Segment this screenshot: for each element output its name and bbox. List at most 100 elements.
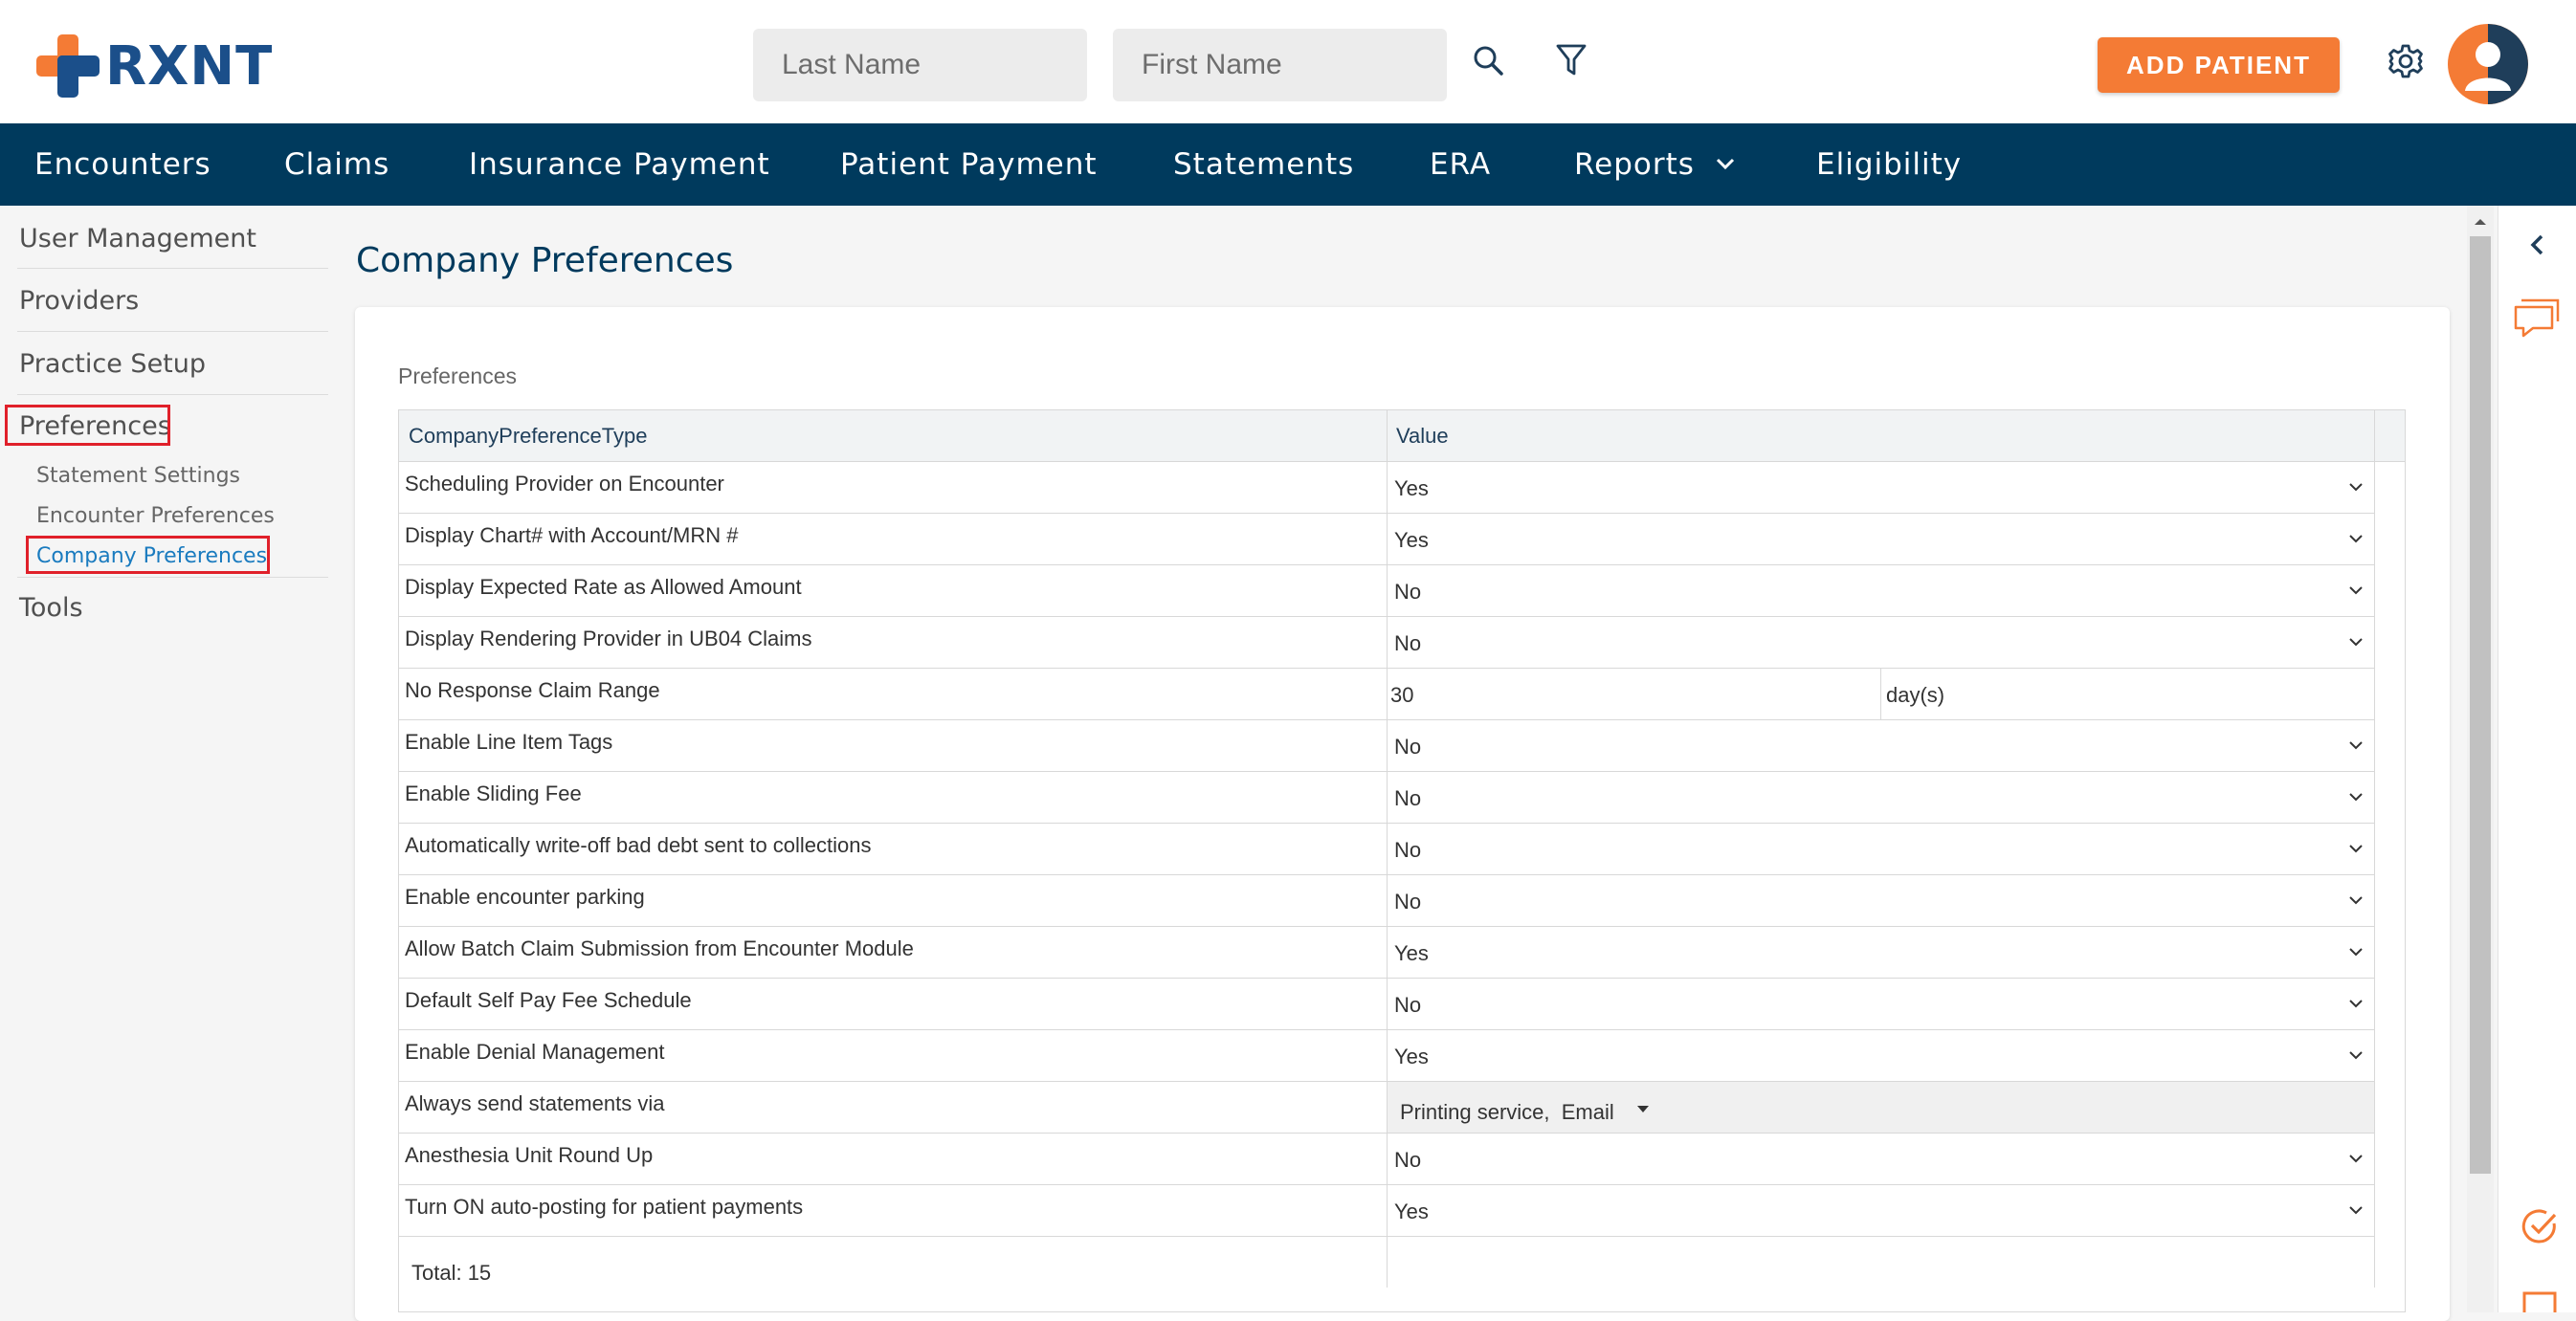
sidebar-item-practice-setup[interactable]: Practice Setup [19, 349, 206, 379]
chevron-down-icon[interactable] [2347, 582, 2365, 604]
settings-gear-icon[interactable] [2387, 42, 2425, 80]
app-header: RXNT ADD PATIENT [0, 0, 2576, 123]
document-icon[interactable] [2521, 1290, 2558, 1317]
table-row: Scheduling Provider on Encounter Yes [399, 462, 2374, 514]
chevron-down-icon[interactable] [2347, 1046, 2365, 1068]
preferences-highlight-box [5, 405, 170, 446]
sidebar-subitem-statement-settings[interactable]: Statement Settings [36, 464, 240, 488]
chevron-down-icon[interactable] [2347, 995, 2365, 1017]
chevron-down-icon[interactable] [2347, 737, 2365, 759]
nav-insurance-payment[interactable]: Insurance Payment [469, 123, 770, 206]
nav-eligibility[interactable]: Eligibility [1816, 123, 1962, 206]
table-row: Always send statements via Printing serv… [399, 1082, 2374, 1134]
table-row: Automatically write-off bad debt sent to… [399, 824, 2374, 875]
preference-value-select[interactable]: No [1394, 580, 1421, 605]
table-row: Display Rendering Provider in UB04 Claim… [399, 617, 2374, 669]
nav-patient-payment[interactable]: Patient Payment [840, 123, 1098, 206]
collapse-chevron-left-icon[interactable] [2525, 232, 2550, 262]
nav-claims[interactable]: Claims [284, 123, 389, 206]
column-separator [2374, 410, 2375, 461]
nav-reports[interactable]: Reports [1574, 123, 1695, 206]
preference-label: Enable encounter parking [405, 885, 645, 909]
preference-value-select[interactable]: No [1394, 1148, 1421, 1173]
preference-value-select[interactable]: No [1394, 838, 1421, 863]
sidebar-item-providers[interactable]: Providers [19, 286, 139, 316]
nav-statements[interactable]: Statements [1173, 123, 1354, 206]
preference-value-select[interactable]: Yes [1394, 476, 1429, 501]
sidebar-item-tools[interactable]: Tools [19, 593, 83, 623]
chevron-down-icon[interactable] [2347, 530, 2365, 552]
table-row: Enable encounter parking No [399, 875, 2374, 927]
last-name-input[interactable] [753, 29, 1087, 101]
chevron-down-icon[interactable] [2347, 633, 2365, 655]
column-header-preference-type[interactable]: CompanyPreferenceType [409, 410, 647, 461]
preference-label: No Response Claim Range [405, 678, 660, 702]
column-header-value[interactable]: Value [1396, 410, 1449, 461]
preference-label: Enable Denial Management [405, 1040, 665, 1064]
preference-value-select[interactable]: Yes [1394, 528, 1429, 553]
preference-value-select[interactable]: No [1394, 890, 1421, 914]
page-title: Company Preferences [356, 241, 734, 280]
table-row: Display Expected Rate as Allowed Amount … [399, 565, 2374, 617]
main-nav: Encounters Claims Insurance Payment Pati… [0, 123, 2576, 206]
preference-label: Enable Line Item Tags [405, 730, 613, 754]
sidebar-divider [17, 331, 328, 332]
chevron-down-icon[interactable] [2347, 788, 2365, 810]
logo-cross-icon [36, 34, 100, 98]
first-name-input[interactable] [1113, 29, 1447, 101]
column-separator [2374, 461, 2375, 1288]
table-row: Enable Denial Management Yes [399, 1030, 2374, 1082]
preference-label: Automatically write-off bad debt sent to… [405, 833, 872, 857]
settings-sidebar: User Management Providers Practice Setup… [0, 206, 330, 1312]
preference-value-select[interactable]: No [1394, 631, 1421, 656]
chevron-down-icon[interactable] [2347, 840, 2365, 862]
table-row: Display Chart# with Account/MRN # Yes [399, 514, 2374, 565]
grid-total-count: Total: 15 [411, 1261, 492, 1285]
preference-label: Display Expected Rate as Allowed Amount [405, 575, 802, 599]
nav-encounters[interactable]: Encounters [34, 123, 211, 206]
statement-delivery-multiselect[interactable]: Printing service, Email [1400, 1100, 1614, 1125]
preference-value-select[interactable]: Yes [1394, 1045, 1429, 1069]
chat-bubble-icon[interactable] [2508, 292, 2567, 356]
preference-value-select[interactable]: No [1394, 735, 1421, 760]
right-utility-rail [2498, 206, 2576, 1312]
add-patient-button[interactable]: ADD PATIENT [2098, 37, 2340, 93]
preference-label: Scheduling Provider on Encounter [405, 472, 724, 495]
column-separator [1387, 410, 1388, 461]
scrollbar-thumb[interactable] [2470, 236, 2491, 1174]
preference-value-select[interactable]: Yes [1394, 941, 1429, 966]
preference-value-select[interactable]: Yes [1394, 1200, 1429, 1224]
task-check-icon[interactable] [2520, 1206, 2560, 1251]
chevron-down-icon[interactable] [2347, 478, 2365, 500]
caret-down-icon[interactable] [1635, 1103, 1651, 1120]
chevron-down-icon[interactable] [2347, 943, 2365, 965]
preferences-grid: CompanyPreferenceType Value Scheduling P… [398, 409, 2406, 1312]
sidebar-divider [17, 577, 328, 578]
preference-value-select[interactable]: No [1394, 786, 1421, 811]
section-label: Preferences [398, 363, 518, 388]
rxnt-logo[interactable]: RXNT [36, 33, 273, 99]
chevron-down-icon[interactable] [2347, 1201, 2365, 1223]
sidebar-subitem-encounter-preferences[interactable]: Encounter Preferences [36, 504, 275, 528]
nav-era[interactable]: ERA [1430, 123, 1491, 206]
reports-chevron-down-icon[interactable] [1715, 123, 1736, 206]
preference-label: Display Chart# with Account/MRN # [405, 523, 739, 547]
claim-range-unit: day(s) [1886, 683, 1945, 707]
search-icon[interactable] [1469, 41, 1507, 79]
filter-icon[interactable] [1552, 41, 1590, 79]
sidebar-item-user-management[interactable]: User Management [19, 224, 256, 253]
preference-value-select[interactable]: No [1394, 993, 1421, 1018]
table-row: Allow Batch Claim Submission from Encoun… [399, 927, 2374, 979]
unit-cell: day(s) [1880, 669, 2375, 719]
table-row: Anesthesia Unit Round Up No [399, 1134, 2374, 1185]
preference-label: Anesthesia Unit Round Up [405, 1143, 654, 1167]
chevron-down-icon[interactable] [2347, 892, 2365, 914]
chevron-down-icon[interactable] [2347, 1150, 2365, 1172]
user-avatar[interactable] [2448, 24, 2528, 104]
logo-text: RXNT [105, 34, 274, 98]
table-row: Enable Line Item Tags No [399, 720, 2374, 772]
table-row: Turn ON auto-posting for patient payment… [399, 1185, 2374, 1237]
company-preferences-highlight-box [26, 536, 270, 574]
table-row: Enable Sliding Fee No [399, 772, 2374, 824]
claim-range-input[interactable]: 30 [1390, 683, 1413, 708]
